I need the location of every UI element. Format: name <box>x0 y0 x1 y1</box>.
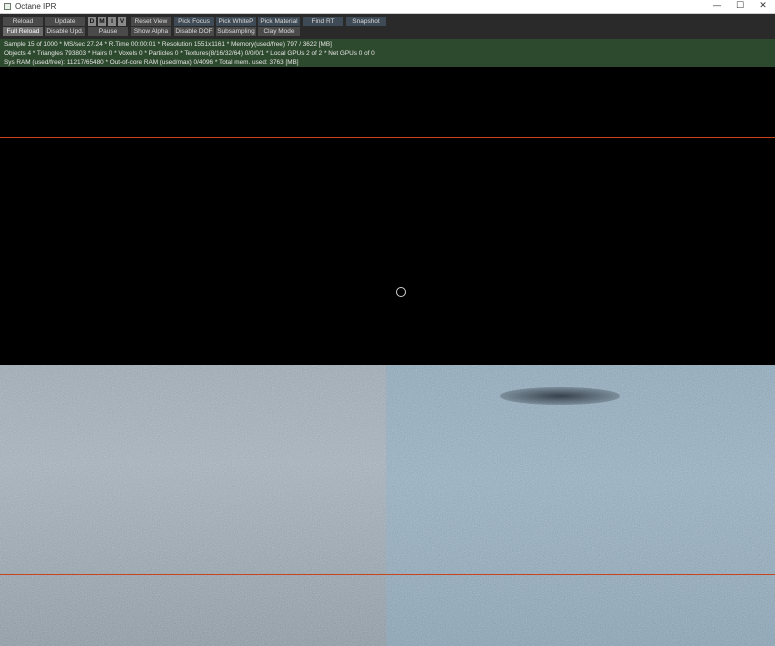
status-line-ram: Sys RAM (used/free): 11217/65480 * Out-o… <box>4 59 299 66</box>
i-toggle-button[interactable]: I <box>108 17 116 26</box>
find-rt-button[interactable]: Find RT <box>303 17 343 26</box>
pause-button[interactable]: Pause <box>88 27 128 36</box>
pick-material-button[interactable]: Pick Material <box>258 17 300 26</box>
close-button[interactable]: ✕ <box>751 0 775 13</box>
minimize-button[interactable]: — <box>705 0 729 13</box>
disable-dof-button[interactable]: Disable DOF <box>174 27 214 36</box>
guide-line-bottom <box>0 574 775 575</box>
disable-updates-button[interactable]: Disable Upd. <box>45 27 85 36</box>
show-alpha-button[interactable]: Show Alpha <box>131 27 171 36</box>
status-line-sample: Sample 15 of 1000 * MS/sec 27.24 * R.Tim… <box>4 41 332 48</box>
subsampling-button[interactable]: Subsampling <box>216 27 256 36</box>
snapshot-button[interactable]: Snapshot <box>346 17 386 26</box>
octane-ipr-window: Octane IPR — ☐ ✕ Reload Update D M I V R… <box>0 0 775 646</box>
render-viewport[interactable] <box>0 67 775 646</box>
update-button[interactable]: Update <box>45 17 85 26</box>
reload-button[interactable]: Reload <box>3 17 43 26</box>
v-toggle-button[interactable]: V <box>118 17 126 26</box>
object-shadow <box>500 387 620 405</box>
pick-focus-button[interactable]: Pick Focus <box>174 17 214 26</box>
full-reload-button[interactable]: Full Reload <box>3 27 43 36</box>
reset-view-button[interactable]: Reset View <box>131 17 171 26</box>
pick-whitepoint-button[interactable]: Pick WhiteP <box>216 17 256 26</box>
status-line-objects: Objects 4 * Triangles 793803 * Hairs 0 *… <box>4 50 375 57</box>
guide-line-top <box>0 137 775 138</box>
window-title: Octane IPR <box>15 2 57 11</box>
render-noise <box>0 365 775 646</box>
focus-cursor-icon <box>396 287 406 297</box>
d-toggle-button[interactable]: D <box>88 17 96 26</box>
app-icon <box>4 3 11 10</box>
render-status-panel: Sample 15 of 1000 * MS/sec 27.24 * R.Tim… <box>0 39 775 67</box>
clay-mode-button[interactable]: Clay Mode <box>258 27 300 36</box>
maximize-button[interactable]: ☐ <box>728 0 752 13</box>
m-toggle-button[interactable]: M <box>98 17 106 26</box>
rendered-floor <box>0 365 775 646</box>
title-bar: Octane IPR — ☐ ✕ <box>0 0 775 14</box>
toolbar: Reload Update D M I V Reset View Pick Fo… <box>0 14 775 39</box>
